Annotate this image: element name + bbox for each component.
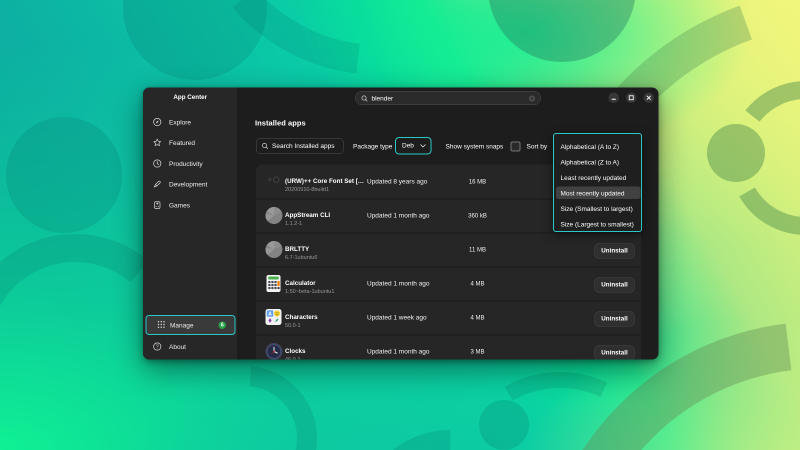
- svg-text:?: ?: [156, 344, 159, 350]
- svg-text:A: A: [268, 311, 272, 317]
